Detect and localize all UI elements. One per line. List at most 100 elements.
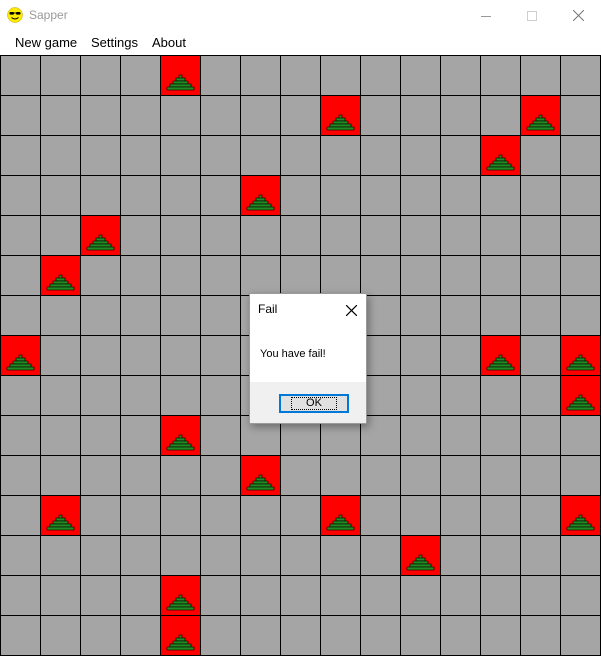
grid-cell[interactable]: [441, 496, 480, 535]
grid-cell[interactable]: [561, 616, 600, 655]
mine-cell[interactable]: [41, 256, 80, 295]
grid-cell[interactable]: [561, 536, 600, 575]
grid-cell[interactable]: [281, 616, 320, 655]
grid-cell[interactable]: [321, 576, 360, 615]
grid-cell[interactable]: [41, 456, 80, 495]
grid-cell[interactable]: [81, 616, 120, 655]
grid-cell[interactable]: [321, 536, 360, 575]
grid-cell[interactable]: [441, 376, 480, 415]
grid-cell[interactable]: [401, 296, 440, 335]
grid-cell[interactable]: [81, 176, 120, 215]
grid-cell[interactable]: [81, 56, 120, 95]
grid-cell[interactable]: [401, 456, 440, 495]
grid-cell[interactable]: [321, 176, 360, 215]
grid-cell[interactable]: [561, 176, 600, 215]
ok-button[interactable]: OK: [279, 394, 349, 413]
grid-cell[interactable]: [321, 216, 360, 255]
grid-cell[interactable]: [481, 496, 520, 535]
dialog-close-button[interactable]: [340, 300, 362, 320]
grid-cell[interactable]: [361, 616, 400, 655]
grid-cell[interactable]: [121, 256, 160, 295]
grid-cell[interactable]: [161, 176, 200, 215]
grid-cell[interactable]: [361, 216, 400, 255]
grid-cell[interactable]: [41, 216, 80, 255]
grid-cell[interactable]: [281, 256, 320, 295]
grid-cell[interactable]: [161, 376, 200, 415]
grid-cell[interactable]: [481, 376, 520, 415]
grid-cell[interactable]: [281, 96, 320, 135]
grid-cell[interactable]: [281, 136, 320, 175]
grid-cell[interactable]: [241, 496, 280, 535]
grid-cell[interactable]: [41, 336, 80, 375]
grid-cell[interactable]: [441, 296, 480, 335]
grid-cell[interactable]: [121, 376, 160, 415]
grid-cell[interactable]: [481, 296, 520, 335]
grid-cell[interactable]: [201, 176, 240, 215]
grid-cell[interactable]: [1, 136, 40, 175]
grid-cell[interactable]: [561, 256, 600, 295]
grid-cell[interactable]: [401, 616, 440, 655]
grid-cell[interactable]: [521, 56, 560, 95]
mine-cell[interactable]: [161, 416, 200, 455]
grid-cell[interactable]: [521, 496, 560, 535]
grid-cell[interactable]: [81, 456, 120, 495]
grid-cell[interactable]: [81, 136, 120, 175]
grid-cell[interactable]: [241, 536, 280, 575]
grid-cell[interactable]: [161, 536, 200, 575]
grid-cell[interactable]: [521, 416, 560, 455]
grid-cell[interactable]: [441, 456, 480, 495]
grid-cell[interactable]: [41, 296, 80, 335]
grid-cell[interactable]: [441, 216, 480, 255]
grid-cell[interactable]: [401, 56, 440, 95]
grid-cell[interactable]: [121, 496, 160, 535]
grid-cell[interactable]: [521, 456, 560, 495]
grid-cell[interactable]: [281, 536, 320, 575]
grid-cell[interactable]: [1, 416, 40, 455]
mine-cell[interactable]: [241, 176, 280, 215]
grid-cell[interactable]: [401, 256, 440, 295]
grid-cell[interactable]: [561, 416, 600, 455]
grid-cell[interactable]: [441, 56, 480, 95]
grid-cell[interactable]: [201, 296, 240, 335]
grid-cell[interactable]: [521, 536, 560, 575]
grid-cell[interactable]: [401, 176, 440, 215]
grid-cell[interactable]: [241, 96, 280, 135]
grid-cell[interactable]: [441, 536, 480, 575]
grid-cell[interactable]: [81, 296, 120, 335]
grid-cell[interactable]: [521, 136, 560, 175]
grid-cell[interactable]: [441, 616, 480, 655]
mine-cell[interactable]: [161, 576, 200, 615]
grid-cell[interactable]: [41, 536, 80, 575]
grid-cell[interactable]: [521, 576, 560, 615]
grid-cell[interactable]: [201, 56, 240, 95]
grid-cell[interactable]: [1, 256, 40, 295]
grid-cell[interactable]: [41, 616, 80, 655]
grid-cell[interactable]: [561, 456, 600, 495]
grid-cell[interactable]: [121, 96, 160, 135]
grid-cell[interactable]: [121, 336, 160, 375]
grid-cell[interactable]: [201, 536, 240, 575]
grid-cell[interactable]: [481, 456, 520, 495]
grid-cell[interactable]: [481, 176, 520, 215]
grid-cell[interactable]: [441, 136, 480, 175]
grid-cell[interactable]: [481, 216, 520, 255]
grid-cell[interactable]: [121, 216, 160, 255]
grid-cell[interactable]: [281, 496, 320, 535]
grid-cell[interactable]: [361, 456, 400, 495]
grid-cell[interactable]: [361, 496, 400, 535]
mine-cell[interactable]: [241, 456, 280, 495]
menu-new-game[interactable]: New game: [15, 35, 77, 50]
grid-cell[interactable]: [1, 296, 40, 335]
grid-cell[interactable]: [201, 416, 240, 455]
grid-cell[interactable]: [481, 416, 520, 455]
grid-cell[interactable]: [441, 336, 480, 375]
grid-cell[interactable]: [361, 256, 400, 295]
mine-cell[interactable]: [41, 496, 80, 535]
grid-cell[interactable]: [1, 496, 40, 535]
grid-cell[interactable]: [201, 136, 240, 175]
mine-cell[interactable]: [1, 336, 40, 375]
mine-cell[interactable]: [161, 56, 200, 95]
grid-cell[interactable]: [281, 576, 320, 615]
grid-cell[interactable]: [361, 576, 400, 615]
mine-cell[interactable]: [481, 336, 520, 375]
